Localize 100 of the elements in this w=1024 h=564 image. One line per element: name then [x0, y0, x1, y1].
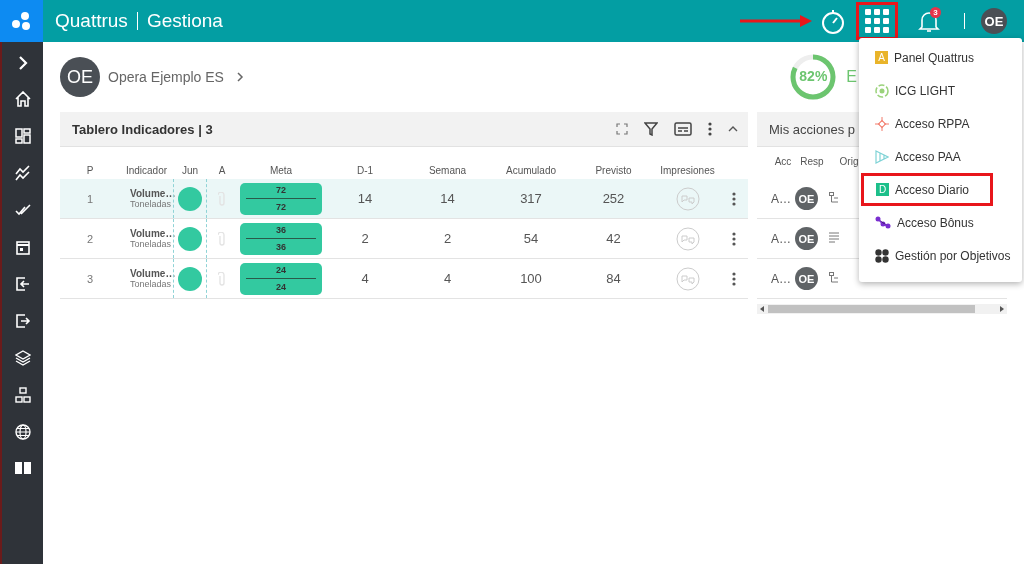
responsible-avatar: OE	[795, 227, 818, 250]
app-title: Quattrus	[55, 10, 128, 32]
panel-title: Mis acciones p	[769, 121, 855, 137]
hierarchy-icon[interactable]	[14, 387, 31, 403]
menu-item[interactable]: ICG LIGHT	[861, 74, 1020, 107]
horizontal-scrollbar[interactable]	[757, 304, 1007, 314]
paperclip-icon[interactable]	[218, 271, 226, 286]
column-header: Acumulado	[505, 165, 557, 176]
column-header: Previsto	[594, 165, 633, 176]
play-icon	[875, 149, 889, 164]
calendar-icon[interactable]	[14, 239, 31, 255]
action-cell-text: A…	[771, 231, 792, 246]
annotation-arrow	[740, 15, 812, 27]
collapse-icon[interactable]	[728, 125, 738, 133]
goal-value: 36	[276, 225, 286, 235]
table-cell-text: 2	[360, 231, 370, 246]
filter-icon[interactable]	[644, 122, 658, 136]
column-header: A	[217, 165, 227, 176]
table-cell-text: 84	[605, 271, 622, 286]
globe-icon[interactable]	[14, 424, 31, 440]
app-badge-icon: D	[876, 183, 889, 196]
more-icon[interactable]	[732, 231, 736, 246]
apps-grid-icon	[865, 9, 889, 33]
title-divider	[136, 12, 138, 30]
progress-label: E	[846, 68, 857, 86]
dashboard-icon[interactable]	[14, 128, 31, 144]
four-dots-icon	[875, 248, 889, 263]
indicator-unit: Toneladas	[130, 239, 173, 249]
home-icon[interactable]	[14, 91, 31, 107]
column-header: Orig	[838, 156, 860, 167]
flow-icon	[829, 191, 839, 204]
paperclip-icon[interactable]	[218, 231, 226, 246]
table-cell-text: 252	[601, 191, 626, 206]
scroll-left-icon[interactable]	[760, 306, 764, 312]
card-icon[interactable]	[674, 122, 692, 136]
app-badge-icon: A	[875, 51, 888, 64]
table-cell-text: 14	[356, 191, 374, 206]
action-cell-text: A…	[771, 191, 792, 206]
chevron-icon[interactable]	[235, 71, 244, 83]
menu-item[interactable]: Gestión por Objetivos	[861, 239, 1020, 272]
user-name[interactable]: Opera Ejemplo ES	[108, 69, 224, 85]
table-row[interactable]: 1 Volume… Toneladas 72 72 14 14 317 252	[60, 179, 748, 219]
panel-title: Tablero Indicadores | 3	[72, 121, 213, 137]
menu-item[interactable]: D Acceso Diario	[861, 173, 993, 206]
menu-item[interactable]: Acceso Bônus	[861, 206, 1020, 239]
flow-icon	[829, 271, 839, 284]
indicator-name: Volume…	[130, 188, 173, 199]
goal-value: 72	[276, 185, 286, 195]
table-cell-text: 14	[439, 191, 456, 206]
table-cell-text: 42	[605, 231, 622, 246]
column-header: P	[85, 165, 95, 176]
login-icon[interactable]	[14, 276, 31, 292]
notifications-button[interactable]: 3	[916, 7, 944, 35]
indicator-name: Volume…	[130, 268, 173, 279]
table-cell-text: 317	[519, 191, 543, 206]
column-header: Indicador	[124, 165, 169, 176]
action-cell-text: A…	[771, 271, 792, 286]
notification-count: 3	[930, 7, 941, 18]
more-icon[interactable]	[732, 191, 736, 206]
menu-item[interactable]: Acceso PAA	[861, 140, 1020, 173]
user-avatar: OE	[60, 57, 100, 97]
position-cell-text: 2	[85, 232, 95, 245]
user-avatar[interactable]: OE	[981, 8, 1007, 34]
stopwatch-icon[interactable]	[820, 8, 846, 34]
menu-item[interactable]: A Panel Quattrus	[861, 41, 1020, 74]
more-icon[interactable]	[708, 122, 712, 136]
table-cell-text: 100	[519, 271, 543, 286]
goal-value: 24	[276, 282, 286, 292]
logout-icon[interactable]	[14, 313, 31, 329]
menu-item[interactable]: Acceso RPPA	[861, 107, 1020, 140]
more-icon[interactable]	[732, 271, 736, 286]
layers-icon[interactable]	[14, 350, 31, 366]
position-cell-text: 1	[85, 192, 95, 205]
indicator-unit: Toneladas	[130, 279, 173, 289]
column-header: D-1	[355, 165, 375, 176]
table-row[interactable]: 3 Volume… Toneladas 24 24 4 4 100 84	[60, 259, 748, 299]
module-title: Gestiona	[146, 10, 223, 32]
table-row[interactable]: 2 Volume… Toneladas 36 36 2 2 54 42	[60, 219, 748, 259]
progress-reading: 82%	[798, 68, 829, 84]
goal-value: 72	[276, 202, 286, 212]
double-check-icon[interactable]	[14, 202, 31, 218]
target-icon	[875, 83, 889, 98]
book-icon[interactable]	[13, 461, 32, 475]
logo-icon[interactable]	[0, 0, 43, 42]
indicator-name: Volume…	[130, 228, 173, 239]
table-cell-text: 4	[442, 271, 453, 286]
molecule-icon	[875, 215, 891, 230]
column-header: Meta	[268, 165, 294, 176]
list-icon	[829, 231, 839, 244]
scroll-right-icon[interactable]	[1000, 306, 1004, 312]
table-cell-text: 54	[522, 231, 540, 246]
goal-value: 36	[276, 242, 286, 252]
trend-icon[interactable]	[14, 165, 31, 181]
network-icon	[875, 116, 889, 131]
position-cell-text: 3	[85, 272, 95, 285]
responsible-avatar: OE	[795, 267, 818, 290]
column-header: Resp	[799, 156, 825, 167]
column-header: Jun	[180, 165, 200, 176]
table-cell-text: 4	[360, 271, 370, 286]
column-header: Acc	[773, 156, 793, 167]
